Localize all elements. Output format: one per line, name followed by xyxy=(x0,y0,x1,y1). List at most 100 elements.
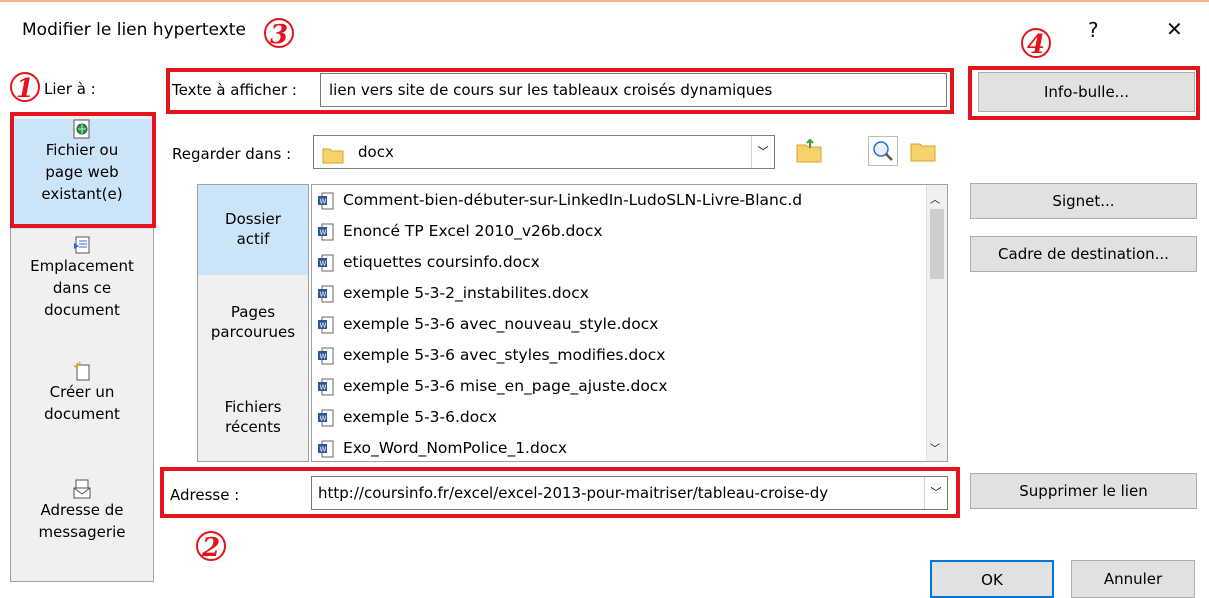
place-label-line1: Dossier xyxy=(225,210,281,228)
svg-text:W: W xyxy=(320,383,327,391)
word-doc-icon: W xyxy=(318,376,334,395)
places-panel: Dossier actif Pages parcourues Fichiers … xyxy=(197,184,309,462)
nav-label-line2: page web xyxy=(45,163,119,181)
file-name: exemple 5-3-6 avec_nouveau_style.docx xyxy=(343,315,659,333)
address-input[interactable]: http://coursinfo.fr/excel/excel-2013-pou… xyxy=(311,476,948,510)
browse-file-icon[interactable] xyxy=(908,136,938,166)
chevron-up-icon[interactable]: ︿ xyxy=(930,191,940,206)
address-value: http://coursinfo.fr/excel/excel-2013-pou… xyxy=(318,484,829,502)
word-doc-icon: W xyxy=(318,407,334,426)
place-recent-files[interactable]: Fichiers récents xyxy=(198,397,308,437)
file-name: exemple 5-3-6 mise_en_page_ajuste.docx xyxy=(343,377,668,395)
file-name: Comment-bien-débuter-sur-LinkedIn-LudoSL… xyxy=(343,191,803,209)
text-to-display-label: Texte à afficher : xyxy=(172,81,297,99)
svg-text:W: W xyxy=(320,445,327,453)
cancel-button[interactable]: Annuler xyxy=(1071,560,1195,598)
place-in-document-icon xyxy=(73,235,91,255)
chevron-down-icon[interactable]: ﹀ xyxy=(751,136,774,168)
file-name: Enoncé TP Excel 2010_v26b.docx xyxy=(343,222,603,240)
email-icon xyxy=(73,479,91,499)
nav-label-line1: Fichier ou xyxy=(45,141,119,159)
place-label-line2: parcourues xyxy=(210,323,296,341)
browse-web-icon[interactable] xyxy=(868,136,898,166)
ok-button[interactable]: OK xyxy=(930,560,1054,598)
list-item[interactable]: Wexemple 5-3-2_instabilites.docx xyxy=(318,278,589,309)
annotation-2: 2 xyxy=(196,531,226,563)
nav-existing-file[interactable]: Fichier ou page web existant(e) xyxy=(11,119,153,229)
list-item[interactable]: Wexemple 5-3-6 mise_en_page_ajuste.docx xyxy=(318,371,668,402)
list-item[interactable]: Wexemple 5-3-6 avec_nouveau_style.docx xyxy=(318,309,658,340)
list-item[interactable]: Wexemple 5-3-6 avec_styles_modifies.docx xyxy=(318,340,665,371)
word-doc-icon: W xyxy=(318,221,334,240)
nav-create-document[interactable]: Créer un document xyxy=(11,361,153,441)
address-label: Adresse : xyxy=(170,486,240,504)
nav-label-line1: Adresse de xyxy=(40,501,124,519)
nav-label-line2: dans ce xyxy=(52,279,112,297)
close-button[interactable]: ✕ xyxy=(1166,17,1183,41)
chevron-down-icon[interactable]: ﹀ xyxy=(924,477,947,509)
word-doc-icon: W xyxy=(318,438,334,457)
place-label-line2: récents xyxy=(225,418,281,436)
text-to-display-input[interactable]: lien vers site de cours sur les tableaux… xyxy=(320,73,947,107)
help-button[interactable]: ? xyxy=(1088,18,1099,42)
look-in-label: Regarder dans : xyxy=(172,145,292,163)
nav-label-line1: Emplacement xyxy=(30,257,134,275)
list-item[interactable]: Wetiquettes coursinfo.docx xyxy=(318,247,540,278)
file-name: exemple 5-3-6.docx xyxy=(343,408,497,426)
chevron-down-icon[interactable]: ﹀ xyxy=(930,440,940,455)
file-name: etiquettes coursinfo.docx xyxy=(343,253,540,271)
nav-label-line3: existant(e) xyxy=(41,185,123,203)
annotation-4: 4 xyxy=(1021,28,1051,60)
up-folder-icon[interactable] xyxy=(794,136,824,166)
nav-place-in-document[interactable]: Emplacement dans ce document xyxy=(11,235,153,335)
list-item[interactable]: W Exo_Word_NomPolice_1.docx xyxy=(318,433,567,461)
annotation-3: 3 xyxy=(264,18,294,50)
svg-text:W: W xyxy=(320,259,327,267)
place-browsed-pages[interactable]: Pages parcourues xyxy=(198,302,308,342)
word-doc-icon: W xyxy=(318,314,334,333)
look-in-dropdown[interactable]: docx ﹀ xyxy=(313,135,775,169)
file-list-scrollbar[interactable]: ︿ ﹀ xyxy=(926,185,947,461)
svg-text:W: W xyxy=(320,228,327,236)
svg-text:W: W xyxy=(320,352,327,360)
link-to-panel: Fichier ou page web existant(e) Emplacem… xyxy=(10,112,154,582)
place-label-line1: Fichiers xyxy=(224,398,282,416)
nav-label-line1: Créer un xyxy=(49,383,115,401)
look-in-value: docx xyxy=(358,143,394,161)
new-document-icon xyxy=(73,361,91,381)
file-name: exemple 5-3-6 avec_styles_modifies.docx xyxy=(343,346,666,364)
file-name: exemple 5-3-2_instabilites.docx xyxy=(343,284,589,302)
web-file-icon xyxy=(73,119,91,139)
folder-icon xyxy=(322,143,344,175)
target-frame-button[interactable]: Cadre de destination... xyxy=(970,236,1197,272)
bookmark-button[interactable]: Signet... xyxy=(970,183,1197,219)
remove-link-button[interactable]: Supprimer le lien xyxy=(970,473,1197,509)
file-name: Exo_Word_NomPolice_1.docx xyxy=(343,439,567,457)
place-label-line2: actif xyxy=(236,230,270,248)
link-to-label: Lier à : xyxy=(44,80,96,98)
list-item[interactable]: W Enoncé TP Excel 2010_v26b.docx xyxy=(318,216,603,247)
window-top-border xyxy=(0,0,1209,2)
place-current-folder[interactable]: Dossier actif xyxy=(198,185,308,275)
nav-label-line2: document xyxy=(44,405,120,423)
svg-text:W: W xyxy=(320,197,327,205)
word-doc-icon: W xyxy=(318,190,334,209)
svg-text:W: W xyxy=(320,321,327,329)
svg-text:W: W xyxy=(320,290,327,298)
nav-email-address[interactable]: Adresse de messagerie xyxy=(11,479,153,559)
place-label-line1: Pages xyxy=(230,303,276,321)
nav-label-line2: messagerie xyxy=(38,523,126,541)
file-list[interactable]: W Comment-bien-débuter-sur-LinkedIn-LudoS… xyxy=(311,184,948,462)
list-item[interactable]: W Comment-bien-débuter-sur-LinkedIn-LudoS… xyxy=(318,185,802,216)
text-to-display-value: lien vers site de cours sur les tableaux… xyxy=(329,81,773,99)
nav-label-line3: document xyxy=(44,301,120,319)
screen-tip-button[interactable]: Info-bulle... xyxy=(978,72,1195,112)
scroll-thumb[interactable] xyxy=(930,209,944,279)
word-doc-icon: W xyxy=(318,283,334,302)
svg-text:W: W xyxy=(320,414,327,422)
annotation-1: 1 xyxy=(10,72,40,104)
list-item[interactable]: Wexemple 5-3-6.docx xyxy=(318,402,497,433)
word-doc-icon: W xyxy=(318,345,334,364)
word-doc-icon: W xyxy=(318,252,334,271)
dialog-title: Modifier le lien hypertexte xyxy=(22,20,246,40)
